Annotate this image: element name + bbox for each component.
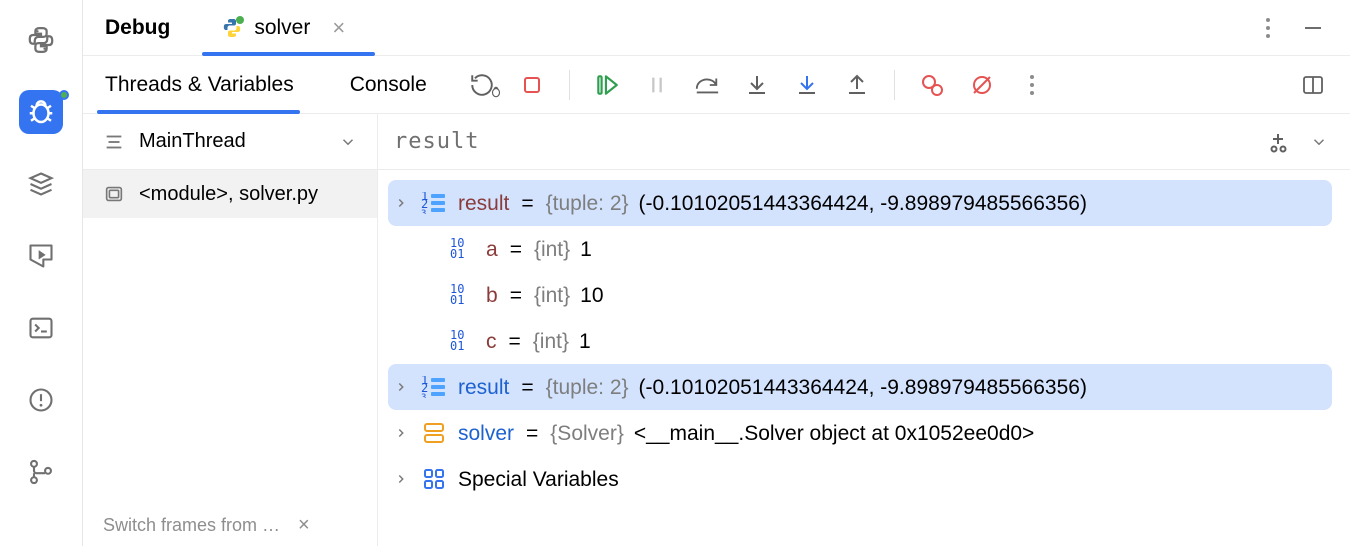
layout-icon[interactable]: [1300, 72, 1326, 98]
toolbar-more-icon[interactable]: [1019, 72, 1045, 98]
var-value: 10: [580, 285, 603, 306]
var-name: c: [486, 331, 497, 352]
expand-icon[interactable]: [392, 380, 410, 394]
var-type-icon: 1001: [448, 284, 476, 306]
add-watch-icon[interactable]: [1266, 130, 1290, 154]
variable-row[interactable]: 123result = {tuple: 2} (-0.1010205144336…: [388, 180, 1332, 226]
var-value: 1: [580, 239, 592, 260]
rail-vcs-icon[interactable]: [19, 450, 63, 494]
var-value: (-0.10102051443364424, -9.89897948556635…: [639, 377, 1087, 398]
var-name: solver: [458, 423, 514, 444]
expand-icon[interactable]: [392, 196, 410, 210]
var-type-icon: [420, 468, 448, 490]
tab-threads-variables[interactable]: Threads & Variables: [105, 56, 318, 113]
expression-input[interactable]: [392, 128, 1266, 155]
var-name: result: [458, 377, 509, 398]
variable-row[interactable]: 1001a = {int} 1: [388, 226, 1332, 272]
var-type: {int}: [534, 285, 570, 306]
expand-icon[interactable]: [392, 426, 410, 440]
variable-row[interactable]: 123result = {tuple: 2} (-0.1010205144336…: [388, 364, 1332, 410]
svg-text:01: 01: [450, 247, 464, 260]
var-type-icon: 1001: [448, 238, 476, 260]
var-type: {int}: [534, 239, 570, 260]
expand-icon[interactable]: [392, 472, 410, 486]
frame-label: <module>, solver.py: [139, 183, 318, 206]
tab-console[interactable]: Console: [350, 56, 451, 113]
more-icon[interactable]: [1258, 14, 1278, 42]
variable-row[interactable]: Special Variables: [388, 456, 1332, 502]
minimize-icon[interactable]: [1302, 17, 1324, 39]
var-name: Special Variables: [458, 469, 619, 490]
var-type-icon: 123: [420, 376, 448, 398]
var-name: b: [486, 285, 498, 306]
var-type-icon: 1001: [448, 330, 476, 352]
hint-close-icon[interactable]: ×: [298, 514, 310, 537]
rail-problems-icon[interactable]: [19, 378, 63, 422]
panel-title: Debug: [105, 16, 170, 40]
thread-icon: [103, 131, 125, 153]
stack-frame[interactable]: <module>, solver.py: [83, 170, 377, 218]
view-breakpoints-icon[interactable]: [919, 72, 945, 98]
file-tab[interactable]: solver ×: [210, 0, 355, 55]
svg-text:3: 3: [421, 393, 426, 398]
chevron-down-icon[interactable]: [1310, 133, 1328, 151]
svg-text:3: 3: [421, 209, 426, 214]
var-type: {int}: [533, 331, 569, 352]
pause-icon[interactable]: [644, 72, 670, 98]
thread-name: MainThread: [139, 130, 246, 153]
var-type-icon: [420, 422, 448, 444]
resume-icon[interactable]: [594, 72, 620, 98]
rail-python-icon[interactable]: [19, 18, 63, 62]
mute-breakpoints-icon[interactable]: [969, 72, 995, 98]
rerun-icon[interactable]: [469, 72, 495, 98]
svg-text:01: 01: [450, 293, 464, 306]
var-type: {tuple: 2}: [546, 193, 629, 214]
step-into-my-icon[interactable]: [794, 72, 820, 98]
rail-terminal-icon[interactable]: [19, 306, 63, 350]
thread-selector[interactable]: MainThread: [83, 114, 377, 170]
python-file-icon: [220, 16, 244, 40]
var-name: result: [458, 193, 509, 214]
rail-stack-icon[interactable]: [19, 162, 63, 206]
var-type: {tuple: 2}: [546, 377, 629, 398]
var-name: a: [486, 239, 498, 260]
rail-run-icon[interactable]: [19, 234, 63, 278]
var-value: <__main__.Solver object at 0x1052ee0d0>: [634, 423, 1034, 444]
file-tab-label: solver: [254, 16, 310, 40]
close-icon[interactable]: ×: [332, 15, 345, 41]
svg-text:01: 01: [450, 339, 464, 352]
variable-row[interactable]: 1001c = {int} 1: [388, 318, 1332, 364]
chevron-down-icon: [339, 133, 357, 151]
var-value: (-0.10102051443364424, -9.89897948556635…: [639, 193, 1087, 214]
variable-row[interactable]: 1001b = {int} 10: [388, 272, 1332, 318]
var-type: {Solver}: [550, 423, 624, 444]
frame-icon: [103, 183, 125, 205]
hint-text: Switch frames from …: [103, 515, 280, 536]
stop-icon[interactable]: [519, 72, 545, 98]
step-over-icon[interactable]: [694, 72, 720, 98]
variable-row[interactable]: solver = {Solver} <__main__.Solver objec…: [388, 410, 1332, 456]
rail-debug-icon[interactable]: [19, 90, 63, 134]
var-type-icon: 123: [420, 192, 448, 214]
var-value: 1: [579, 331, 591, 352]
step-out-icon[interactable]: [844, 72, 870, 98]
step-into-icon[interactable]: [744, 72, 770, 98]
